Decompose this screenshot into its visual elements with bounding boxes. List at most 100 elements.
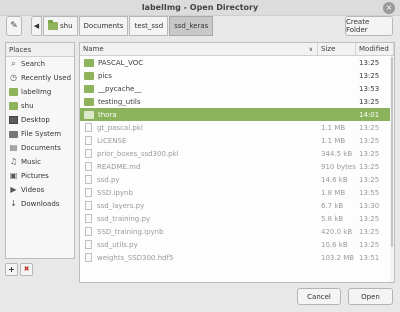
place-label: Music [21, 158, 41, 166]
file-icon [85, 123, 92, 132]
file-name-cell: SSD.ipynb [80, 188, 318, 197]
file-row[interactable]: ssd.py 14.6 kB 13:25 [80, 173, 394, 186]
file-name: thora [98, 110, 117, 119]
folder-icon [9, 88, 18, 96]
place-search[interactable]: ⌕ Search [6, 57, 74, 71]
folder-icon [84, 71, 94, 80]
file-row[interactable]: README.md 910 bytes 13:25 [80, 160, 394, 173]
scrollbar-thumb[interactable] [391, 57, 393, 247]
file-modified: 13:53 [359, 84, 380, 93]
file-size: 103.2 MB [321, 253, 355, 262]
places-header: Places [6, 43, 74, 57]
place-label: Recently Used [21, 74, 72, 82]
folder-icon [84, 58, 94, 67]
file-row[interactable]: SSD.ipynb 1.8 MB 13:55 [80, 186, 394, 199]
place-desktop[interactable]: Desktop [6, 113, 74, 127]
file-row[interactable]: LICENSE 1.1 MB 13:25 [80, 134, 394, 147]
pencil-icon: ✎ [10, 21, 18, 31]
place-documents[interactable]: ▤ Documents [6, 141, 74, 155]
file-row[interactable]: SSD_training.ipynb 420.0 kB 13:25 [80, 225, 394, 238]
file-icon [85, 175, 92, 184]
file-size: 14.6 kB [321, 175, 348, 184]
place-file-system[interactable]: File System [6, 127, 74, 141]
file-name-cell: prior_boxes_ssd300.pkl [80, 149, 318, 158]
file-name: ssd.py [97, 175, 120, 184]
file-name-cell: LICENSE [80, 136, 318, 145]
file-row[interactable]: ssd_training.py 5.8 kB 13:25 [80, 212, 394, 225]
file-modified: 13:25 [359, 71, 380, 80]
place-music[interactable]: ♫ Music [6, 155, 74, 169]
folder-icon [84, 97, 94, 106]
place-label: shu [21, 102, 34, 110]
file-row[interactable]: __pycache__ 13:53 [80, 82, 394, 95]
file-size: 910 bytes [321, 162, 356, 171]
close-window-icon[interactable]: × [383, 2, 395, 14]
file-name-cell: ssd_layers.py [80, 201, 318, 210]
file-row[interactable]: testing_utils 13:25 [80, 95, 394, 108]
file-size: 1.1 MB [321, 136, 346, 145]
file-name: SSD.ipynb [97, 188, 133, 197]
place-label: Desktop [21, 116, 50, 124]
music-icon: ♫ [9, 157, 18, 166]
file-name-cell: ssd_training.py [80, 214, 318, 223]
breadcrumb-test-ssd[interactable]: test_ssd [129, 16, 169, 36]
breadcrumb-ssd-keras[interactable]: ssd_keras [169, 16, 214, 36]
breadcrumb-label: test_ssd [134, 22, 164, 30]
desktop-icon [9, 116, 18, 124]
place-labelimg[interactable]: labelImg [6, 85, 74, 99]
place-shu[interactable]: shu [6, 99, 74, 113]
file-name: testing_utils [98, 97, 141, 106]
file-modified: 14:01 [359, 110, 380, 119]
pictures-icon: ▣ [9, 171, 18, 180]
column-header-name[interactable]: Name ∨ [80, 43, 318, 55]
remove-place-button[interactable]: ✖ [20, 263, 33, 276]
add-place-button[interactable]: + [5, 263, 18, 276]
file-list: Name ∨ Size Modified PASCAL_VOC 13:25 pics… [79, 42, 395, 283]
breadcrumb-back-button[interactable]: ◀ [31, 16, 42, 36]
file-row[interactable]: ssd_utils.py 10.6 kB 13:25 [80, 238, 394, 251]
column-header-modified[interactable]: Modified [356, 43, 394, 55]
cancel-button[interactable]: Cancel [297, 288, 341, 305]
file-name-cell: thora [80, 110, 318, 119]
places-sidebar: Places ⌕ Search ◷ Recently Used labelImg… [5, 42, 75, 259]
file-name-cell: testing_utils [80, 97, 318, 106]
file-size: 6.7 kB [321, 201, 344, 210]
file-modified: 13:51 [359, 253, 380, 262]
file-icon [85, 253, 92, 262]
file-icon [85, 214, 92, 223]
edit-location-button[interactable]: ✎ [6, 16, 22, 36]
breadcrumb-home[interactable]: shu [43, 16, 78, 36]
file-name: SSD_training.ipynb [97, 227, 164, 236]
file-row[interactable]: weights_SSD300.hdf5 103.2 MB 13:51 [80, 251, 394, 264]
file-row[interactable]: prior_boxes_ssd300.pkl 344.5 kB 13:25 [80, 147, 394, 160]
open-button[interactable]: Open [348, 288, 393, 305]
file-modified: 13:25 [359, 227, 380, 236]
file-size: 5.8 kB [321, 214, 344, 223]
file-name: LICENSE [97, 136, 127, 145]
file-row[interactable]: PASCAL_VOC 13:25 [80, 56, 394, 69]
file-name-cell: README.md [80, 162, 318, 171]
folder-icon [84, 110, 94, 119]
search-icon: ⌕ [11, 59, 16, 68]
file-row[interactable]: gt_pascal.pkl 1.1 MB 13:25 [80, 121, 394, 134]
downloads-icon: ↓ [10, 199, 17, 208]
file-modified: 13:25 [359, 123, 380, 132]
file-row[interactable]: ssd_layers.py 6.7 kB 13:30 [80, 199, 394, 212]
place-recently-used[interactable]: ◷ Recently Used [6, 71, 74, 85]
file-modified: 13:25 [359, 58, 380, 67]
place-downloads[interactable]: ↓ Downloads [6, 197, 74, 211]
column-header-size[interactable]: Size [318, 43, 356, 55]
place-videos[interactable]: ▶ Videos [6, 183, 74, 197]
file-icon [85, 149, 92, 158]
breadcrumb-documents[interactable]: Documents [78, 16, 129, 36]
file-icon [85, 136, 92, 145]
create-folder-button[interactable]: Create Folder [345, 16, 393, 36]
place-pictures[interactable]: ▣ Pictures [6, 169, 74, 183]
place-label: Documents [21, 144, 61, 152]
breadcrumb-label: ssd_keras [174, 22, 209, 30]
file-modified: 13:25 [359, 240, 380, 249]
file-row[interactable]: pics 13:25 [80, 69, 394, 82]
drive-icon [9, 130, 18, 138]
file-row[interactable]: thora 14:01 [80, 108, 394, 121]
file-size: 1.8 MB [321, 188, 346, 197]
